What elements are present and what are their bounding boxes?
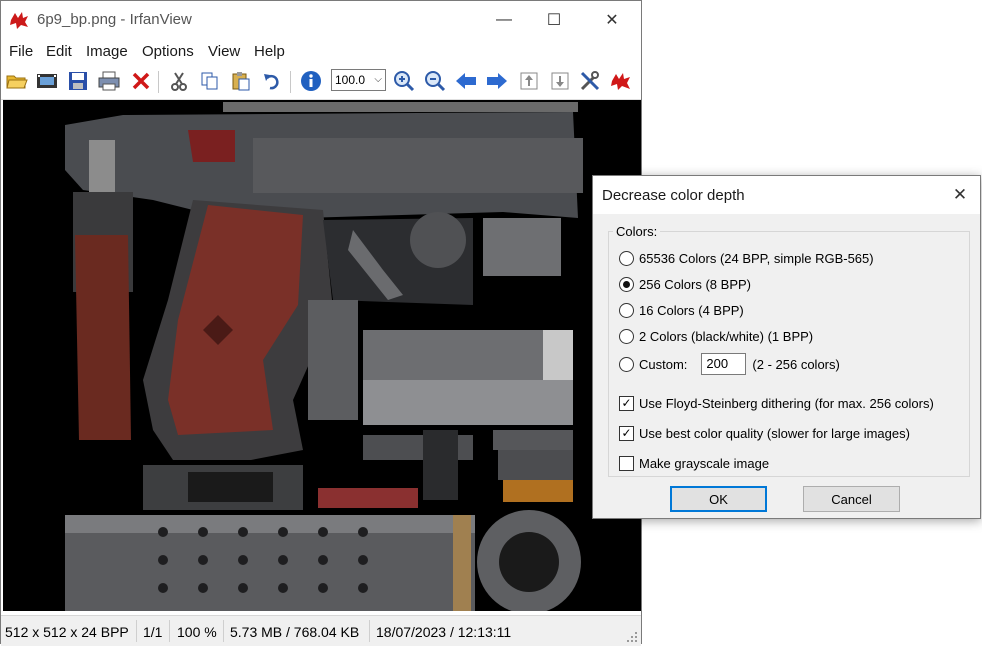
first-page-icon[interactable] [517,69,541,93]
radio-16-colors[interactable]: 16 Colors (4 BPP) [619,303,744,318]
checkbox-label: Make grayscale image [639,456,770,471]
zoom-out-icon[interactable] [423,69,447,93]
radio-button[interactable] [619,303,634,318]
colors-group-label: Colors: [613,224,661,239]
menu-image[interactable]: Image [86,43,128,60]
radio-button-selected[interactable] [619,277,634,292]
last-page-icon[interactable] [548,69,572,93]
minimize-icon: — [496,11,512,28]
open-folder-icon[interactable] [5,69,29,93]
slideshow-icon[interactable] [35,69,59,93]
maximize-button[interactable]: ☐ [531,1,577,39]
ok-button[interactable]: OK [670,486,767,512]
checkbox-unchecked[interactable] [619,456,634,471]
status-separator [223,620,224,642]
close-button[interactable]: ✕ [589,1,635,39]
paste-icon[interactable] [229,69,253,93]
checkbox-checked[interactable]: ✓ [619,426,634,441]
checkbox-checked[interactable]: ✓ [619,396,634,411]
custom-colors-input[interactable]: 200 [701,353,747,375]
menu-edit[interactable]: Edit [46,43,72,60]
radio-custom[interactable]: Custom: 200 (2 - 256 colors) [619,353,840,375]
radio-label: 256 Colors (8 BPP) [639,277,751,292]
status-page: 1/1 [143,624,163,640]
custom-label: Custom: [639,356,688,372]
radio-button[interactable] [619,329,634,344]
checkbox-label: Use best color quality (slower for large… [639,426,910,441]
cancel-button[interactable]: Cancel [803,486,900,512]
radio-button[interactable] [619,356,634,372]
radio-2-colors[interactable]: 2 Colors (black/white) (1 BPP) [619,329,813,344]
radio-button[interactable] [619,251,634,266]
cut-icon[interactable] [167,69,191,93]
close-icon: ✕ [952,185,968,204]
chevron-down-icon: ⌵ [374,74,382,85]
menu-bar: File Edit Image Options View Help [1,39,641,63]
resize-grip-icon[interactable] [626,631,638,643]
undo-icon[interactable] [260,69,284,93]
checkbox-floyd-steinberg[interactable]: ✓ Use Floyd-Steinberg dithering (for max.… [619,396,934,411]
custom-range-label: (2 - 256 colors) [752,356,840,372]
copy-icon[interactable] [198,69,222,93]
toolbar: 100.0 ⌵ [1,63,641,100]
radio-label: 65536 Colors (24 BPP, simple RGB-565) [639,251,874,266]
previous-icon[interactable] [454,69,478,93]
settings-icon[interactable] [578,69,602,93]
menu-options[interactable]: Options [142,43,194,60]
status-bar: 512 x 512 x 24 BPP 1/1 100 % 5.73 MB / 7… [1,615,641,646]
checkbox-label: Use Floyd-Steinberg dithering (for max. … [639,396,934,411]
radio-256-colors[interactable]: 256 Colors (8 BPP) [619,277,751,292]
next-icon[interactable] [485,69,509,93]
status-separator [169,620,170,642]
irfanview-window: 6p9_bp.png - IrfanView — ☐ ✕ File Edit I… [0,0,642,646]
zoom-combobox[interactable]: 100.0 ⌵ [331,69,386,91]
toolbar-separator [158,71,159,93]
status-datetime: 18/07/2023 / 12:13:11 [376,624,512,640]
checkbox-best-quality[interactable]: ✓ Use best color quality (slower for larg… [619,426,910,441]
dialog-title-bar[interactable]: Decrease color depth ✕ [593,176,980,214]
image-viewport[interactable] [3,100,641,611]
title-bar[interactable]: 6p9_bp.png - IrfanView — ☐ ✕ [1,1,641,39]
print-icon[interactable] [97,69,121,93]
close-icon: ✕ [605,12,619,29]
toolbar-separator [290,71,291,93]
status-separator [136,620,137,642]
menu-view[interactable]: View [208,43,240,60]
info-icon[interactable] [299,69,323,93]
delete-icon[interactable] [129,69,153,93]
checkbox-grayscale[interactable]: Make grayscale image [619,456,769,471]
save-icon[interactable] [66,69,90,93]
maximize-icon: ☐ [546,12,562,29]
minimize-button[interactable]: — [481,1,527,39]
radio-label: 16 Colors (4 BPP) [639,303,744,318]
status-size: 5.73 MB / 768.04 KB [230,624,360,640]
status-separator [369,620,370,642]
window-title: 6p9_bp.png - IrfanView [37,11,192,28]
radio-65536-colors[interactable]: 65536 Colors (24 BPP, simple RGB-565) [619,251,874,266]
radio-label: 2 Colors (black/white) (1 BPP) [639,329,814,344]
menu-file[interactable]: File [9,43,33,60]
menu-help[interactable]: Help [254,43,285,60]
status-zoom: 100 % [177,624,217,640]
texture-image [3,100,641,611]
dialog-title: Decrease color depth [602,187,745,204]
status-dimensions: 512 x 512 x 24 BPP [5,624,129,640]
irfanview-logo-icon [10,12,28,29]
zoom-in-icon[interactable] [392,69,416,93]
decrease-color-depth-dialog: Decrease color depth ✕ Colors: 65536 Col… [592,175,981,519]
zoom-value: 100.0 [335,73,366,87]
irfanview-icon[interactable] [609,69,633,93]
dialog-close-button[interactable]: ✕ [940,176,980,214]
